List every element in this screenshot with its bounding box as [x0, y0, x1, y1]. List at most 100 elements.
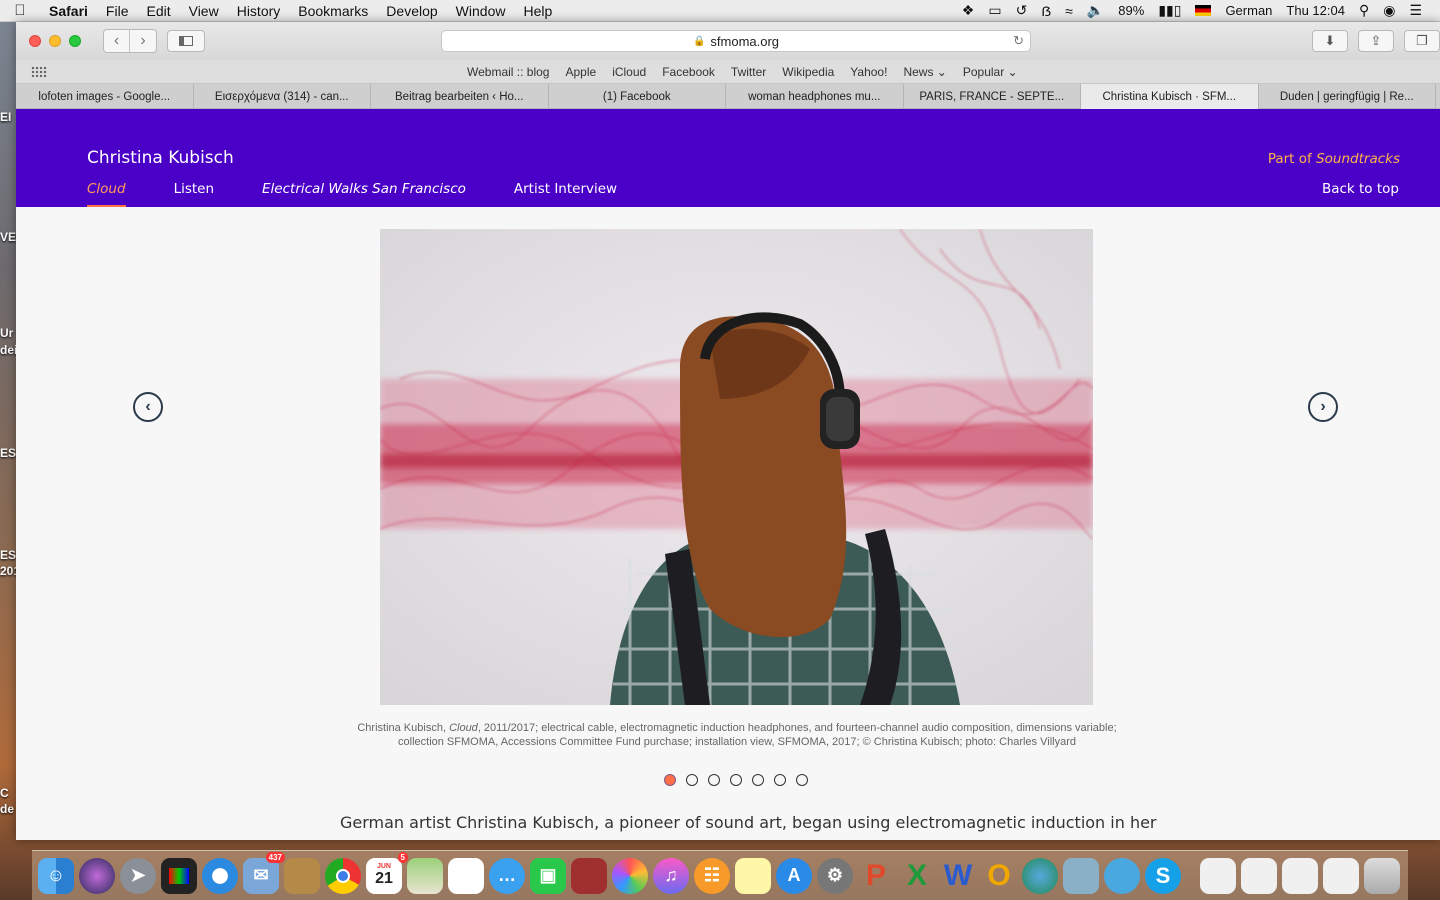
carousel-dot-3[interactable]	[708, 774, 720, 786]
downloads-button[interactable]: ⬇	[1312, 30, 1348, 52]
network-icon[interactable]	[1022, 857, 1058, 894]
share-button[interactable]: ⇪	[1358, 30, 1394, 52]
artist-title[interactable]: Christina Kubisch	[87, 148, 234, 168]
time-machine-icon[interactable]: ↺	[1016, 2, 1028, 19]
reload-icon[interactable]: ↻	[1013, 33, 1024, 49]
notes-icon[interactable]	[284, 857, 320, 894]
doc3-icon[interactable]	[1282, 857, 1318, 894]
messages-icon[interactable]: …	[489, 857, 525, 894]
carousel-dot-7[interactable]	[796, 774, 808, 786]
carousel-prev-button[interactable]: ‹	[133, 392, 163, 422]
doc2-icon[interactable]	[1241, 857, 1277, 894]
nav-electrical-walks[interactable]: Electrical Walks San Francisco	[262, 181, 466, 207]
favorite-link[interactable]: iCloud	[612, 65, 646, 79]
carousel-dot-4[interactable]	[730, 774, 742, 786]
menu-edit[interactable]: Edit	[137, 3, 179, 19]
facetime-icon[interactable]: ▣	[530, 857, 566, 894]
back-button[interactable]: ‹	[104, 30, 130, 52]
menu-bookmarks[interactable]: Bookmarks	[289, 3, 377, 19]
tabs-overview-button[interactable]: ❐	[1404, 30, 1440, 52]
sidebar-toggle-button[interactable]	[167, 30, 205, 52]
soundtracks-link[interactable]: Soundtracks	[1316, 151, 1400, 167]
browser-tab[interactable]: lofoten images - Google...	[16, 84, 194, 109]
notification-center-icon[interactable]: ☰	[1409, 2, 1422, 19]
input-language[interactable]: German	[1225, 3, 1272, 18]
spotlight-icon[interactable]: ⚲	[1359, 2, 1369, 19]
favorite-folder-popular[interactable]: Popular ⌄	[963, 65, 1018, 79]
favorite-link[interactable]: Webmail :: blog	[467, 65, 549, 79]
browser-tab-active[interactable]: Christina Kubisch · SFM...	[1081, 84, 1259, 109]
part-of-link[interactable]: Part of Soundtracks	[1268, 151, 1400, 167]
favorite-link[interactable]: Yahoo!	[850, 65, 887, 79]
browser-tab[interactable]: PARIS, FRANCE - SEPTE...	[904, 84, 1081, 109]
menu-help[interactable]: Help	[514, 3, 561, 19]
carousel-dot-2[interactable]	[686, 774, 698, 786]
siri-icon[interactable]	[79, 857, 115, 894]
wifi-icon[interactable]: ≈	[1065, 3, 1073, 19]
browser-tab[interactable]: woman headphones mu...	[726, 84, 904, 109]
favorite-link[interactable]: Facebook	[662, 65, 715, 79]
menu-window[interactable]: Window	[447, 3, 515, 19]
powerpoint-icon[interactable]: P	[858, 858, 894, 894]
back-to-top-link[interactable]: Back to top	[1322, 181, 1399, 197]
mail-icon[interactable]: ✉ 437	[243, 851, 285, 894]
preview-icon[interactable]	[1063, 857, 1099, 894]
favorite-folder-news[interactable]: News ⌄	[903, 65, 946, 79]
favorite-link[interactable]: Twitter	[731, 65, 766, 79]
trash-icon[interactable]	[1364, 857, 1400, 894]
dropbox-icon[interactable]: ❖	[962, 2, 975, 19]
calendar-icon[interactable]: JUN 21 5	[366, 851, 408, 894]
german-flag-icon[interactable]	[1195, 5, 1212, 16]
address-bar[interactable]: 🔒 sfmoma.org ↻	[441, 30, 1031, 52]
carousel-dot-5[interactable]	[752, 774, 764, 786]
finder-icon[interactable]: ☺	[38, 857, 74, 894]
maps-icon[interactable]	[407, 857, 443, 894]
favorite-link[interactable]: Apple	[565, 65, 596, 79]
stickies-icon[interactable]	[735, 857, 771, 894]
minimize-window-button[interactable]	[49, 35, 61, 47]
browser-tab[interactable]: Duden | geringfügig | Re...	[1259, 84, 1436, 109]
browser-tab[interactable]: (1) Facebook	[549, 84, 726, 109]
menu-view[interactable]: View	[180, 3, 228, 19]
close-window-button[interactable]	[29, 35, 41, 47]
excel-icon[interactable]: X	[899, 858, 935, 894]
reminders-icon[interactable]	[448, 857, 484, 894]
photo-booth-icon[interactable]	[161, 857, 197, 894]
browser-tab[interactable]: Beitrag bearbeiten ‹ Ho...	[371, 84, 549, 109]
doc4-icon[interactable]	[1323, 857, 1359, 894]
top-sites-grid-icon[interactable]	[31, 66, 47, 77]
word-icon[interactable]: W	[940, 858, 976, 894]
menu-file[interactable]: File	[97, 3, 138, 19]
forward-button[interactable]: ›	[130, 30, 156, 52]
carousel-dot-6[interactable]	[774, 774, 786, 786]
zoom-window-button[interactable]	[69, 35, 81, 47]
bluetooth-icon[interactable]: ẞ	[1041, 3, 1051, 19]
volume-icon[interactable]: 🔈	[1087, 2, 1104, 19]
photos-icon[interactable]	[612, 857, 648, 894]
menu-history[interactable]: History	[228, 3, 290, 19]
photo-app-icon[interactable]	[571, 857, 607, 894]
contacts-icon[interactable]	[1104, 857, 1140, 894]
menu-develop[interactable]: Develop	[377, 3, 446, 19]
launchpad-icon[interactable]: ➤	[120, 857, 156, 894]
system-preferences-icon[interactable]: ⚙	[817, 857, 853, 894]
battery-percent[interactable]: 89%	[1118, 3, 1144, 18]
nav-artist-interview[interactable]: Artist Interview	[514, 181, 617, 207]
chrome-icon[interactable]	[325, 857, 361, 894]
onenote-icon[interactable]: O	[981, 858, 1017, 894]
clock[interactable]: Thu 12:04	[1286, 3, 1345, 18]
carousel-dot-1[interactable]	[664, 774, 676, 786]
favorite-link[interactable]: Wikipedia	[782, 65, 834, 79]
app-store-icon[interactable]: A	[776, 857, 812, 894]
browser-tab[interactable]: Εισερχόμενα (314) - can...	[194, 84, 371, 109]
apple-menu-icon[interactable]: 	[0, 2, 40, 19]
safari-icon[interactable]	[202, 857, 238, 894]
nav-cloud[interactable]: Cloud	[87, 181, 126, 207]
battery-icon[interactable]: ▮▮▯	[1158, 2, 1181, 19]
doc1-icon[interactable]	[1200, 857, 1236, 894]
ibooks-icon[interactable]: ☷	[694, 857, 730, 894]
skype-icon[interactable]: S	[1145, 857, 1181, 894]
nav-listen[interactable]: Listen	[174, 181, 214, 207]
carousel-next-button[interactable]: ›	[1308, 392, 1338, 422]
siri-menu-icon[interactable]: ◉	[1383, 2, 1395, 19]
